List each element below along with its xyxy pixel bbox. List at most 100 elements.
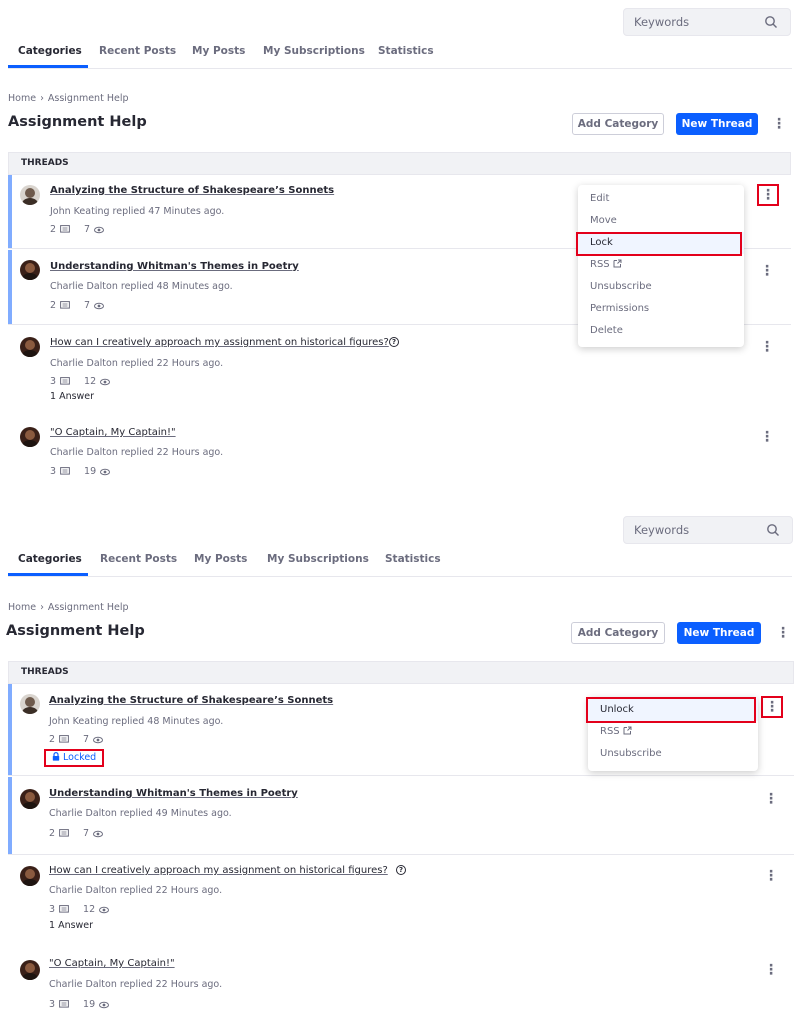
tab-statistics[interactable]: Statistics	[385, 553, 441, 565]
thread-counts: 3 19	[50, 466, 111, 477]
menu-item-delete[interactable]: Delete	[578, 320, 744, 342]
thread-row[interactable]: "O Captain, My Captain!" Charlie Dalton …	[8, 950, 794, 1020]
page-title: Assignment Help	[8, 114, 147, 130]
avatar	[20, 960, 40, 980]
add-category-button[interactable]: Add Category	[571, 622, 665, 644]
breadcrumb-separator: ›	[40, 93, 44, 104]
message-icon	[59, 735, 69, 743]
menu-item-unsubscribe[interactable]: Unsubscribe	[588, 743, 758, 765]
view-count: 12	[83, 904, 96, 915]
thread-actions-kebab-icon[interactable]: ⋮	[764, 866, 778, 886]
search-icon[interactable]	[764, 15, 778, 29]
tab-my-subscriptions[interactable]: My Subscriptions	[263, 45, 365, 57]
thread-meta: John Keating replied 47 Minutes ago.	[50, 206, 225, 217]
search-input[interactable]: Keywords	[623, 516, 793, 544]
message-icon	[59, 829, 69, 837]
menu-item-move[interactable]: Move	[578, 210, 744, 232]
tab-statistics[interactable]: Statistics	[378, 45, 434, 57]
message-icon	[60, 225, 70, 233]
row-accent	[8, 250, 12, 324]
unlock-highlight-box	[586, 697, 756, 723]
tab-recent-posts[interactable]: Recent Posts	[100, 553, 177, 565]
thread-row[interactable]: Understanding Whitman's Themes in Poetry…	[8, 777, 794, 855]
thread-meta: Charlie Dalton replied 48 Minutes ago.	[50, 281, 233, 292]
tabs-divider	[8, 68, 792, 69]
thread-meta: John Keating replied 48 Minutes ago.	[49, 716, 224, 727]
tab-my-posts[interactable]: My Posts	[194, 553, 247, 565]
tab-categories[interactable]: Categories	[18, 553, 82, 565]
message-icon	[59, 1000, 69, 1008]
menu-item-rss[interactable]: RSS	[578, 254, 744, 276]
page-actions-kebab-icon[interactable]: ⋮	[772, 114, 786, 134]
breadcrumb-home[interactable]: Home	[8, 602, 36, 613]
tab-my-posts[interactable]: My Posts	[192, 45, 245, 57]
external-link-icon	[623, 726, 632, 735]
view-count: 7	[84, 300, 91, 311]
thread-actions-kebab-icon[interactable]: ⋮	[760, 337, 774, 357]
screen-after-lock: Keywords Categories Recent Posts My Post…	[0, 510, 800, 1020]
reply-count: 3	[50, 466, 57, 477]
new-thread-button[interactable]: New Thread	[676, 113, 758, 135]
breadcrumb: Home › Assignment Help	[8, 93, 129, 104]
view-count: 7	[83, 828, 90, 839]
threads-header: THREADS	[8, 152, 791, 175]
thread-row[interactable]: How can I creatively approach my assignm…	[8, 856, 794, 942]
view-count: 7	[83, 734, 90, 745]
selected-row-accent	[8, 684, 12, 775]
search-placeholder: Keywords	[634, 523, 690, 537]
tab-categories[interactable]: Categories	[18, 45, 82, 57]
eye-icon	[93, 830, 104, 837]
thread-title[interactable]: Understanding Whitman's Themes in Poetry	[49, 788, 298, 799]
thread-actions-kebab-icon[interactable]: ⋮	[764, 789, 778, 809]
breadcrumb-home[interactable]: Home	[8, 93, 36, 104]
avatar	[20, 260, 40, 280]
menu-item-unsubscribe[interactable]: Unsubscribe	[578, 276, 744, 298]
avatar	[20, 427, 40, 447]
eye-icon	[100, 468, 111, 475]
view-count: 7	[84, 224, 91, 235]
thread-counts: 3 19	[49, 999, 110, 1010]
locked-label: Locked	[63, 752, 97, 763]
thread-actions-kebab-icon[interactable]: ⋮	[764, 960, 778, 980]
view-count: 12	[84, 376, 97, 387]
thread-title[interactable]: "O Captain, My Captain!"	[49, 958, 175, 969]
thread-actions-kebab-icon[interactable]: ⋮	[760, 261, 774, 281]
row-accent	[8, 777, 12, 854]
thread-actions-kebab-icon-highlighted[interactable]: ⋮	[757, 184, 779, 206]
question-icon: ?	[389, 337, 399, 347]
question-icon: ?	[396, 865, 406, 875]
tab-my-subscriptions[interactable]: My Subscriptions	[267, 553, 369, 565]
eye-icon	[94, 226, 105, 233]
thread-row[interactable]: "O Captain, My Captain!" Charlie Dalton …	[8, 416, 791, 486]
thread-actions-kebab-icon-highlighted[interactable]: ⋮	[761, 696, 783, 718]
eye-icon	[99, 906, 110, 913]
menu-item-edit[interactable]: Edit	[578, 188, 744, 210]
thread-title[interactable]: How can I creatively approach my assignm…	[50, 337, 389, 348]
tab-recent-posts[interactable]: Recent Posts	[99, 45, 176, 57]
external-link-icon	[613, 259, 622, 268]
avatar	[20, 694, 40, 714]
thread-actions-menu: Edit Move Lock RSS Unsubscribe Permissio…	[578, 185, 744, 347]
reply-count: 3	[49, 999, 56, 1010]
thread-title[interactable]: How can I creatively approach my assignm…	[49, 865, 388, 876]
thread-actions-kebab-icon[interactable]: ⋮	[760, 427, 774, 447]
thread-title[interactable]: Analyzing the Structure of Shakespeare’s…	[49, 695, 333, 706]
answer-count: 1 Answer	[49, 920, 94, 931]
thread-title[interactable]: "O Captain, My Captain!"	[50, 427, 176, 438]
page-actions-kebab-icon[interactable]: ⋮	[776, 623, 790, 643]
message-icon	[60, 467, 70, 475]
add-category-button[interactable]: Add Category	[572, 113, 664, 135]
breadcrumb-current: Assignment Help	[47, 93, 129, 104]
lock-highlight-box	[576, 232, 742, 256]
thread-title[interactable]: Analyzing the Structure of Shakespeare’s…	[50, 185, 334, 196]
search-icon[interactable]	[766, 523, 780, 537]
thread-title[interactable]: Understanding Whitman's Themes in Poetry	[50, 261, 299, 272]
thread-counts: 3 12	[50, 376, 111, 387]
threads-header: THREADS	[8, 661, 794, 684]
new-thread-button[interactable]: New Thread	[677, 622, 761, 644]
menu-item-permissions[interactable]: Permissions	[578, 298, 744, 320]
menu-item-rss[interactable]: RSS	[588, 721, 758, 743]
search-input[interactable]: Keywords	[623, 8, 791, 36]
breadcrumb-current: Assignment Help	[47, 602, 129, 613]
breadcrumb-separator: ›	[40, 602, 44, 613]
